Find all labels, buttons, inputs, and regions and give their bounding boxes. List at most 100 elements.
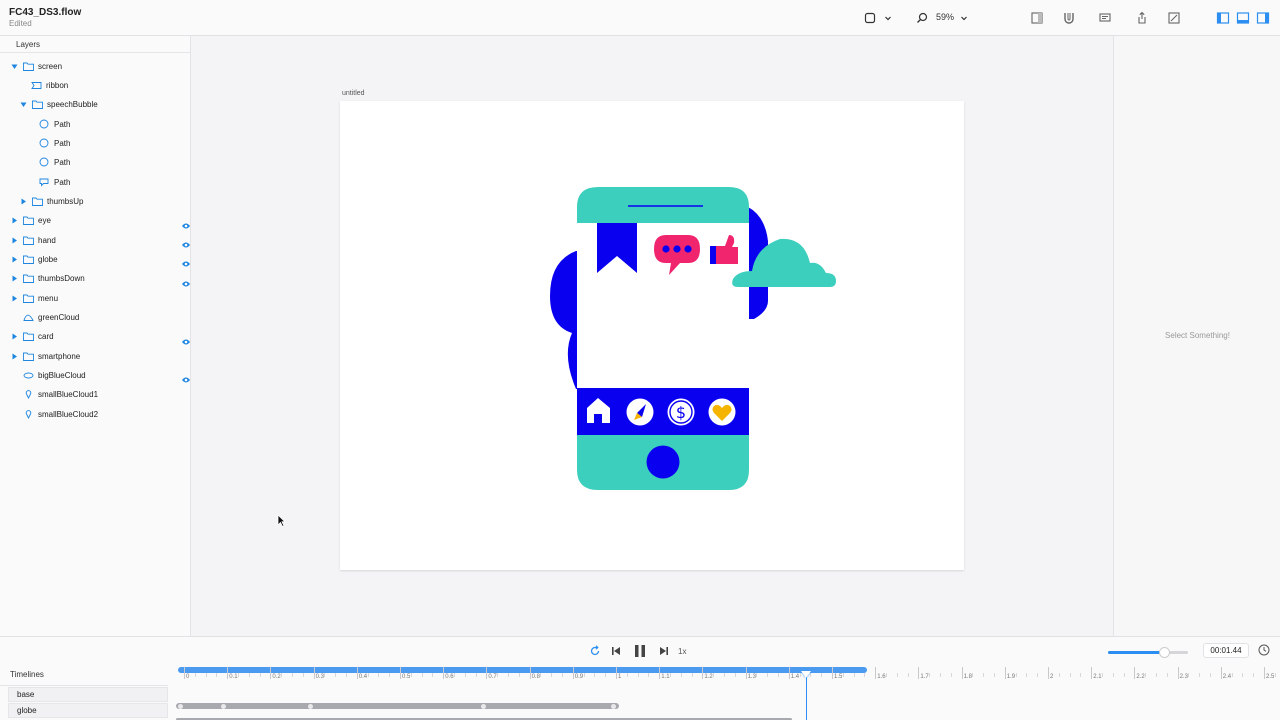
layer-label: globe [38, 254, 58, 264]
disclosure-collapsed-icon[interactable] [10, 352, 18, 360]
share-icon[interactable] [1134, 10, 1150, 26]
playback-speed[interactable]: 1x [678, 647, 686, 656]
magnet-icon[interactable] [1061, 10, 1077, 26]
zoom-level[interactable]: 59% [936, 12, 954, 22]
keyframe[interactable] [308, 703, 313, 709]
layer-label: hand [38, 235, 56, 245]
disclosure-collapsed-icon[interactable] [10, 294, 18, 302]
visibility-eye-icon[interactable] [181, 255, 191, 267]
keyframe[interactable] [178, 703, 183, 709]
layer-row-path[interactable]: Path [38, 116, 70, 132]
ruler-minor-tick [1112, 673, 1114, 677]
toggle-left-panel-icon[interactable] [1215, 10, 1231, 26]
ruler-minor-tick [724, 673, 725, 677]
layer-row-screen[interactable]: screen [10, 58, 62, 74]
canvas[interactable]: untitled $ [191, 36, 1113, 636]
volume-slider[interactable] [1108, 647, 1188, 659]
layer-row-path[interactable]: Path [38, 174, 70, 190]
layer-row-smallbluecloud1[interactable]: smallBlueCloud1 [22, 386, 98, 402]
layer-row-thumbsup[interactable]: thumbsUp [19, 193, 83, 209]
layer-row-path[interactable]: Path [38, 135, 70, 151]
dollar-sign: $ [676, 403, 686, 422]
visibility-eye-icon[interactable] [181, 217, 191, 229]
ruler-minor-tick [1026, 673, 1028, 677]
zoom-search-icon[interactable] [914, 10, 930, 26]
artboard[interactable]: $ [340, 101, 964, 570]
skip-forward-icon[interactable] [657, 644, 671, 658]
ruler-minor-tick [1274, 673, 1276, 677]
ruler-minor-tick [421, 673, 423, 677]
ruler-tick [356, 667, 358, 679]
ruler-minor-tick [680, 673, 682, 677]
visibility-eye-icon[interactable] [181, 275, 191, 287]
mouse-pointer-icon [277, 514, 286, 532]
layer-row-ribbon[interactable]: ribbon [30, 77, 68, 93]
cloud-path-icon [22, 312, 34, 322]
ruler-tick [270, 667, 272, 679]
folder-icon [22, 235, 34, 245]
track-bar-base[interactable] [176, 703, 619, 709]
ruler-minor-tick [508, 673, 509, 677]
layer-row-menu[interactable]: menu [10, 290, 58, 306]
disclosure-collapsed-icon[interactable] [10, 236, 18, 244]
ruler-minor-tick [497, 673, 499, 677]
artboard-label[interactable]: untitled [342, 90, 365, 97]
timeline-row-globe[interactable]: globe [8, 703, 168, 718]
layer-row-smallbluecloud2[interactable]: smallBlueCloud2 [22, 406, 98, 422]
layer-row-thumbsdown[interactable]: thumbsDown [10, 270, 85, 286]
disclosure-collapsed-icon[interactable] [10, 216, 18, 224]
layer-row-smartphone[interactable]: smartphone [10, 348, 80, 364]
ruler-tick [1177, 667, 1179, 679]
ruler-tick-label: 2.1 [1093, 674, 1102, 680]
top-toolbar: FC43_DS3.flow Edited 59% [0, 0, 1280, 36]
disclosure-collapsed-icon[interactable] [10, 274, 18, 282]
toggle-bottom-panel-icon[interactable] [1235, 10, 1251, 26]
ruler-tick-label: 0.2 [272, 674, 281, 680]
disclosure-collapsed-icon[interactable] [19, 197, 27, 205]
time-ruler[interactable]: 0 0.1 0.2 0.3 0.4 0.5 0.6 0.7 0.8 0.9 1 1.1 1.2 1.3 1.… [178, 667, 1280, 683]
ruler-minor-tick [475, 673, 477, 677]
playhead-handle[interactable] [801, 671, 812, 678]
folder-icon [22, 293, 34, 303]
ruler-tick-label: 0.6 [445, 674, 454, 680]
timeline-panel: 1x 00:01.44 Timelines base globe 0 0.1 0.2… [0, 636, 1280, 720]
keyframe[interactable] [481, 703, 486, 709]
zoom-chevron-down-icon[interactable] [956, 10, 972, 26]
volume-handle[interactable] [1159, 647, 1170, 658]
ruler-minor-tick [551, 673, 553, 677]
layer-row-bigbluecloud[interactable]: bigBlueCloud [22, 367, 86, 383]
chevron-down-icon[interactable] [880, 10, 896, 26]
current-time-display[interactable]: 00:01.44 [1203, 643, 1249, 658]
layer-row-speechbubble[interactable]: speechBubble [19, 96, 98, 112]
layer-row-eye[interactable]: eye [10, 212, 51, 228]
timeline-row-base[interactable]: base [8, 687, 168, 702]
shape-tool-icon[interactable] [862, 10, 878, 26]
visibility-eye-icon[interactable] [181, 371, 191, 383]
keyframe[interactable] [221, 703, 226, 709]
layer-row-globe[interactable]: globe [10, 251, 58, 267]
clock-icon[interactable] [1257, 643, 1271, 657]
skip-back-icon[interactable] [609, 644, 623, 658]
toggle-right-panel-icon[interactable] [1255, 10, 1271, 26]
disclosure-expanded-icon[interactable] [19, 100, 27, 108]
loop-icon[interactable] [588, 644, 602, 658]
layer-row-greencloud[interactable]: greenCloud [22, 309, 79, 325]
ruler-tick [659, 667, 661, 679]
layer-row-path[interactable]: Path [38, 154, 70, 170]
disclosure-collapsed-icon[interactable] [10, 255, 18, 263]
smartphone-illustration[interactable]: $ [340, 101, 964, 570]
layer-row-hand[interactable]: hand [10, 232, 56, 248]
ruler-tick [702, 667, 704, 679]
disclosure-expanded-icon[interactable] [10, 62, 18, 70]
layer-label: speechBubble [47, 99, 98, 109]
comment-icon[interactable] [1097, 10, 1113, 26]
visibility-eye-icon[interactable] [181, 236, 191, 248]
frame-icon[interactable] [1029, 10, 1045, 26]
playhead[interactable] [806, 671, 808, 720]
keyframe[interactable] [611, 703, 616, 709]
layer-row-card[interactable]: card [10, 328, 54, 344]
export-icon[interactable] [1166, 10, 1182, 26]
disclosure-collapsed-icon[interactable] [10, 332, 18, 340]
visibility-eye-icon[interactable] [181, 333, 191, 345]
pause-icon[interactable] [632, 642, 648, 660]
